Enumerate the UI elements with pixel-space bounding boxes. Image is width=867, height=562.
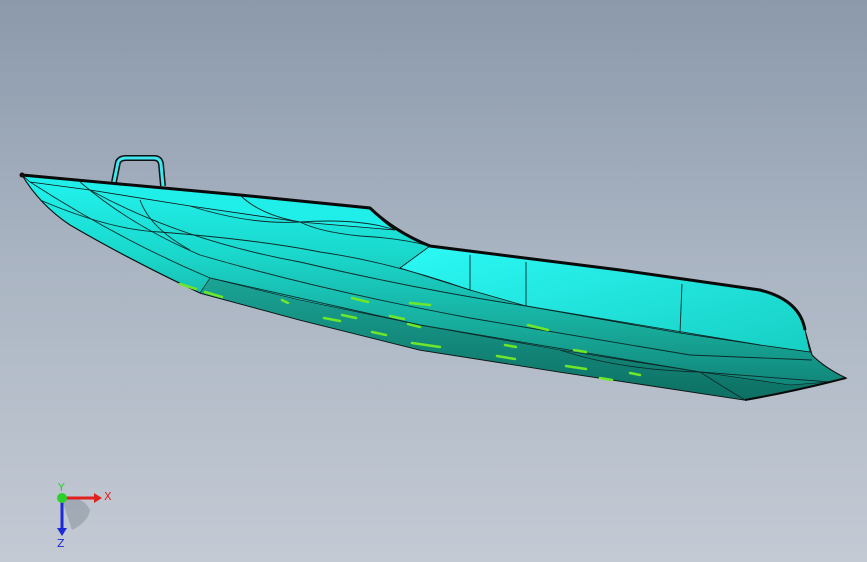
triad-y-label: Y <box>57 481 65 494</box>
triad-z-label: Z <box>57 537 65 550</box>
view-orientation-triad-icon[interactable]: X Y Z <box>40 480 120 550</box>
stern-point <box>19 172 25 178</box>
boat-hull-model[interactable] <box>0 0 867 562</box>
graphics-viewport[interactable]: X Y Z <box>0 0 867 562</box>
stern-handle <box>111 155 166 187</box>
triad-x-label: X <box>104 490 112 503</box>
